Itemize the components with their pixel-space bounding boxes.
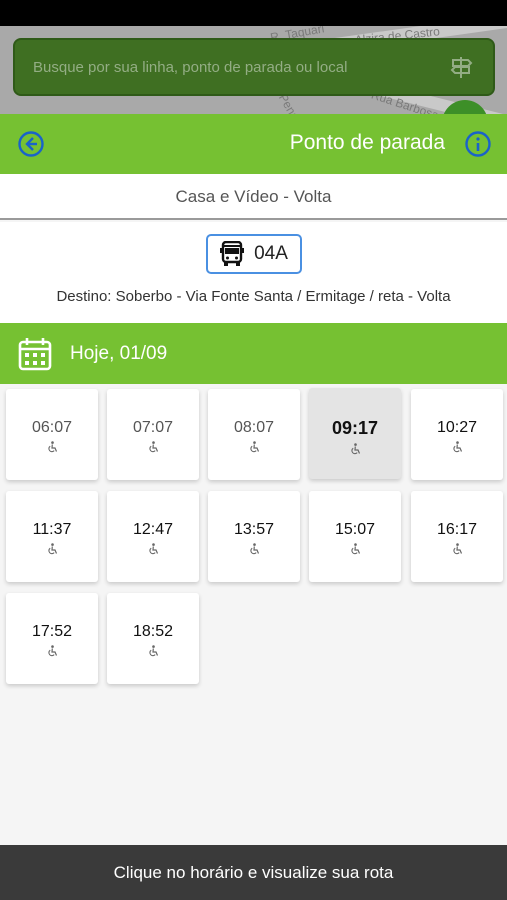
time-slot[interactable]: 16:17 <box>411 491 503 582</box>
time-slot-time: 09:17 <box>331 418 379 438</box>
wheelchair-icon <box>48 543 58 555</box>
line-badge[interactable]: 04A <box>206 234 302 274</box>
status-bar <box>0 0 507 26</box>
time-slot[interactable]: 13:57 <box>208 491 300 582</box>
wheelchair-icon <box>149 645 159 657</box>
wheelchair-icon <box>48 441 58 453</box>
time-slot[interactable]: 12:47 <box>107 491 199 582</box>
header-bar: Ponto de parada <box>0 114 507 174</box>
date-bar[interactable]: Hoje, 01/09 <box>0 323 507 384</box>
search-input[interactable]: Busque por sua linha, ponto de parada ou… <box>33 59 447 76</box>
time-slot[interactable]: 10:27 <box>411 389 503 480</box>
wheelchair-icon <box>351 443 361 455</box>
time-slot-time: 08:07 <box>233 419 275 436</box>
wheelchair-icon <box>48 645 58 657</box>
page-title: Ponto de parada <box>289 131 445 154</box>
calendar-icon[interactable] <box>17 336 53 372</box>
time-slot-time: 07:07 <box>132 419 174 436</box>
line-code: 04A <box>254 243 288 264</box>
time-slot[interactable]: 15:07 <box>309 491 401 582</box>
footer-hint: Clique no horário e visualize sua rota <box>0 845 507 900</box>
time-slot[interactable]: 07:07 <box>107 389 199 480</box>
time-slot-time: 10:27 <box>436 419 478 436</box>
wheelchair-icon <box>149 543 159 555</box>
time-slot-time: 15:07 <box>334 521 376 538</box>
stop-name: Casa e Vídeo - Volta <box>0 174 507 220</box>
wheelchair-icon <box>250 441 260 453</box>
search-bar[interactable]: Busque por sua linha, ponto de parada ou… <box>13 38 495 96</box>
line-info: 04A Destino: Soberbo - Via Fonte Santa /… <box>0 222 507 323</box>
time-slot-time: 16:17 <box>436 521 478 538</box>
time-slot[interactable]: 09:17 <box>309 388 401 479</box>
wheelchair-icon <box>351 543 361 555</box>
info-icon[interactable] <box>464 130 492 158</box>
signpost-icon[interactable] <box>447 53 475 81</box>
time-slot-time: 06:07 <box>31 419 73 436</box>
bus-icon <box>220 241 245 266</box>
wheelchair-icon <box>453 543 463 555</box>
wheelchair-icon <box>149 441 159 453</box>
time-slot-time: 13:57 <box>233 521 275 538</box>
time-slot[interactable]: 17:52 <box>6 593 98 684</box>
time-slot-time: 11:37 <box>32 521 72 538</box>
time-slot[interactable]: 06:07 <box>6 389 98 480</box>
time-slot-time: 12:47 <box>132 521 174 538</box>
time-slot[interactable]: 11:37 <box>6 491 98 582</box>
time-slot-time: 17:52 <box>31 623 73 640</box>
time-slot[interactable]: 18:52 <box>107 593 199 684</box>
destination-text: Destino: Soberbo - Via Fonte Santa / Erm… <box>56 288 451 305</box>
wheelchair-icon <box>453 441 463 453</box>
time-slot[interactable]: 08:07 <box>208 389 300 480</box>
wheelchair-icon <box>250 543 260 555</box>
time-slot-time: 18:52 <box>132 623 174 640</box>
date-label: Hoje, 01/09 <box>70 343 168 364</box>
back-arrow-icon[interactable] <box>17 130 45 158</box>
